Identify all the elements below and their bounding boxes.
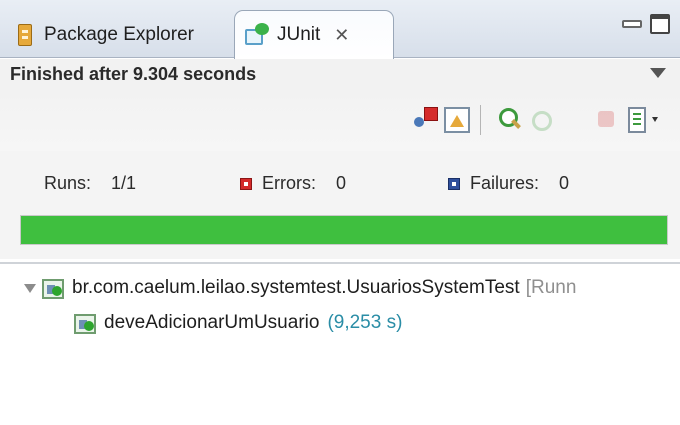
test-suite-runner: [Runn (525, 277, 577, 298)
runs-value: 1/1 (111, 173, 137, 193)
errors-value: 0 (336, 173, 347, 193)
test-progress-bar (20, 215, 668, 245)
close-tab-icon[interactable]: ✕ (334, 25, 349, 46)
test-counters: Runs: 1/1 Errors: 0 Failures: 0 (0, 151, 680, 215)
history-dropdown-icon[interactable] (652, 117, 658, 122)
tab-junit[interactable]: JUnit ✕ (234, 10, 394, 59)
test-suite-ok-icon (42, 277, 66, 299)
view-window-controls (622, 14, 670, 34)
test-case-row[interactable]: deveAdicionarUmUsuario (9,253 s) (74, 308, 402, 338)
scroll-lock-icon[interactable] (497, 107, 523, 133)
failure-icon (448, 177, 460, 190)
runs-label: Runs: (44, 173, 92, 193)
tab-package-explorer[interactable]: Package Explorer (8, 12, 234, 58)
errors-counter: Errors: 0 (240, 173, 346, 194)
minimize-button[interactable] (622, 20, 642, 28)
sash-divider[interactable] (0, 262, 680, 264)
error-icon (240, 177, 252, 190)
tab-junit-label: JUnit (277, 24, 321, 45)
test-suite-row[interactable]: br.com.caelum.leilao.systemtest.Usuarios… (24, 273, 576, 303)
test-case-time: (9,253 s) (327, 312, 403, 333)
test-case-ok-icon (74, 312, 98, 334)
expand-toggle-icon[interactable] (24, 283, 36, 293)
test-tree: br.com.caelum.leilao.systemtest.Usuarios… (0, 268, 680, 425)
failures-value: 0 (559, 173, 570, 193)
runs-counter: Runs: 1/1 (44, 173, 136, 194)
history-icon[interactable] (628, 107, 646, 133)
view-tab-bar: Package Explorer JUnit ✕ (0, 0, 680, 59)
toolbar-separator (480, 105, 481, 135)
test-case-name: deveAdicionarUmUsuario (104, 312, 320, 333)
junit-icon (245, 23, 269, 47)
progress-area (0, 215, 680, 259)
rerun-icon[interactable] (528, 107, 554, 133)
failures-counter: Failures: 0 (448, 173, 569, 194)
maximize-button[interactable] (650, 14, 670, 34)
errors-label: Errors: (262, 173, 316, 193)
status-message: Finished after 9.304 seconds (10, 63, 257, 84)
package-explorer-icon (18, 24, 32, 46)
test-suite-name: br.com.caelum.leilao.systemtest.Usuarios… (72, 277, 520, 298)
failures-label: Failures: (470, 173, 540, 193)
progress-fill (21, 216, 667, 244)
status-bar: Finished after 9.304 seconds (0, 59, 680, 89)
stop-icon[interactable] (594, 107, 620, 133)
previous-failure-icon[interactable] (444, 107, 470, 133)
next-failure-icon[interactable] (412, 107, 438, 133)
view-menu-icon[interactable] (650, 68, 666, 78)
tab-package-explorer-label: Package Explorer (44, 24, 194, 45)
junit-toolbar (0, 89, 680, 151)
